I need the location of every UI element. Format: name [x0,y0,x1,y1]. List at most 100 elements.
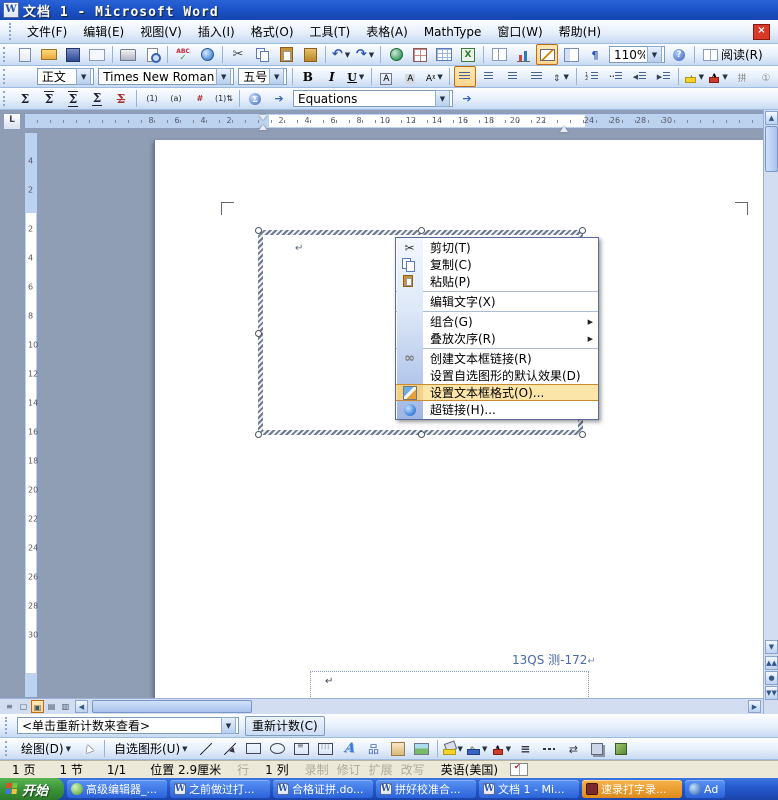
resize-handle-nw[interactable] [255,227,262,234]
distribute-button[interactable] [526,66,548,87]
align-right-button[interactable] [502,66,524,87]
status-mode-indicator[interactable]: 录制 [305,761,329,778]
outline-view-button[interactable]: ▤ [45,700,58,713]
math-next-button[interactable]: ➔ [456,88,478,109]
align-left-button[interactable] [454,66,476,87]
context-menu-item[interactable]: 编辑文字(X) [396,293,598,310]
bold-button[interactable] [297,66,319,87]
clip-art-button[interactable] [387,738,409,759]
horizontal-scroll-thumb[interactable] [92,700,252,713]
resize-handle-s[interactable] [418,431,425,438]
word-count-combo[interactable]: <单击重新计数来查看> ▼ [17,717,239,734]
chevron-down-icon[interactable]: ▼ [369,51,374,59]
start-button[interactable]: 开始 [0,778,64,800]
insert-equation-button[interactable]: Σ [14,88,36,109]
highlight-button[interactable]: ▼ [683,66,705,87]
drawing-toolbar-toggle[interactable] [536,44,558,65]
chevron-down-icon[interactable]: ▼ [458,745,463,753]
context-menu-item[interactable]: 设置文本框格式(O)... [396,384,598,401]
context-menu-item[interactable]: 创建文本框链接(R) [396,350,598,367]
diagram-button[interactable] [363,738,385,759]
insert-hyperlink-button[interactable] [385,44,407,65]
save-button[interactable] [62,44,84,65]
chevron-down-icon[interactable]: ▼ [563,73,568,81]
draw-menu-button[interactable]: 绘图(D) ▼ [16,738,76,759]
toolbar-grip[interactable] [3,47,10,62]
math-prev-button[interactable]: ➔ [268,88,290,109]
context-menu-item[interactable]: 叠放次序(R) [396,330,598,347]
tab-selector[interactable]: L [3,113,21,130]
select-objects-button[interactable] [78,738,100,759]
menu-item[interactable]: 文件(F) [19,20,75,43]
style-combo[interactable]: 正文 ▼ [37,68,94,85]
context-menu-item[interactable]: 超链接(H)... [396,401,598,418]
resize-handle-w[interactable] [255,330,262,337]
rectangle-tool-button[interactable] [243,738,265,759]
research-button[interactable] [196,44,218,65]
menu-item[interactable]: 视图(V) [132,20,190,43]
resize-handle-ne[interactable] [579,227,586,234]
chevron-down-icon[interactable]: ▼ [482,745,487,753]
taskbar-button[interactable]: 文档 1 - Mi... [479,780,579,798]
show-marks-button[interactable] [584,44,606,65]
3d-style-button[interactable] [610,738,632,759]
enclose-characters-button[interactable] [755,66,777,87]
status-mode-indicator[interactable]: 修订 [337,761,361,778]
menu-item[interactable]: 表格(A) [358,20,416,43]
status-mode-indicator[interactable]: 改写 [401,761,425,778]
text-box-tool-button[interactable] [291,738,313,759]
taskbar-button[interactable]: 之前做过打... [170,780,270,798]
horizontal-scrollbar[interactable]: ≡ ▢ ▣ ▤ ▥ ◀ ▶ [0,698,763,714]
insert-equation-reference-button[interactable]: (a) [165,88,187,109]
insert-display-equation-button[interactable]: Σ [62,88,84,109]
shadow-style-button[interactable] [586,738,608,759]
arrow-tool-button[interactable] [219,738,241,759]
equation-number-format-button[interactable]: (1)⇅ [213,88,235,109]
footer-text-box[interactable]: ↵ [310,671,589,698]
character-border-button[interactable] [375,66,397,87]
insert-picture-button[interactable] [411,738,433,759]
vertical-scrollbar[interactable]: ▲ ▼ ▲▲ ● ▼▼ [763,110,778,714]
toolbar-grip[interactable] [5,717,12,733]
context-menu-item[interactable]: 粘贴(P) [396,273,598,290]
toolbar-grip[interactable] [5,741,12,756]
columns-button[interactable] [488,44,510,65]
line-spacing-button[interactable]: ▼ [550,66,572,87]
chevron-down-icon[interactable]: ▼ [216,68,231,85]
recount-button[interactable]: 重新计数(C) [245,716,325,736]
indent-marker[interactable] [259,115,267,127]
vertical-text-box-button[interactable] [315,738,337,759]
insert-table-button[interactable] [433,44,455,65]
zoom-combo[interactable]: 110% ▼ [609,46,665,63]
mail-button[interactable] [86,44,108,65]
resize-handle-n[interactable] [418,227,425,234]
chevron-down-icon[interactable]: ▼ [76,68,91,85]
status-mode-indicator[interactable]: 扩展 [369,761,393,778]
normal-view-button[interactable]: ≡ [3,700,16,713]
select-browse-object-button[interactable]: ● [765,671,778,685]
taskbar-button[interactable]: 高级编辑器_... [67,780,167,798]
previous-page-button[interactable]: ▲▲ [765,656,778,670]
document-heading-text[interactable]: 13QS 测-172↵ [512,651,596,668]
chevron-down-icon[interactable]: ▼ [506,745,511,753]
chevron-down-icon[interactable]: ▼ [722,73,727,81]
scroll-up-arrow[interactable]: ▲ [765,111,778,125]
menu-item[interactable]: 工具(T) [302,20,359,43]
menu-item[interactable]: 帮助(H) [551,20,609,43]
font-color-button[interactable]: ▼ [490,738,512,759]
line-color-button[interactable]: ▼ [466,738,488,759]
menu-item[interactable]: 插入(I) [190,20,243,43]
increase-indent-button[interactable]: ▶ [652,66,674,87]
menu-item[interactable]: 编辑(E) [75,20,132,43]
copy-button[interactable] [251,44,273,65]
chevron-down-icon[interactable]: ▼ [345,51,350,59]
status-language[interactable]: 英语(美国) [441,761,498,778]
print-button[interactable] [117,44,139,65]
chart-button[interactable] [512,44,534,65]
character-scale-button[interactable]: ▼ [423,66,445,87]
chevron-down-icon[interactable]: ▼ [647,46,662,63]
toolbar-grip[interactable] [3,91,10,106]
insert-inline-equation-button[interactable]: Σ [38,88,60,109]
tables-borders-button[interactable] [409,44,431,65]
menu-item[interactable]: 窗口(W) [489,20,550,43]
